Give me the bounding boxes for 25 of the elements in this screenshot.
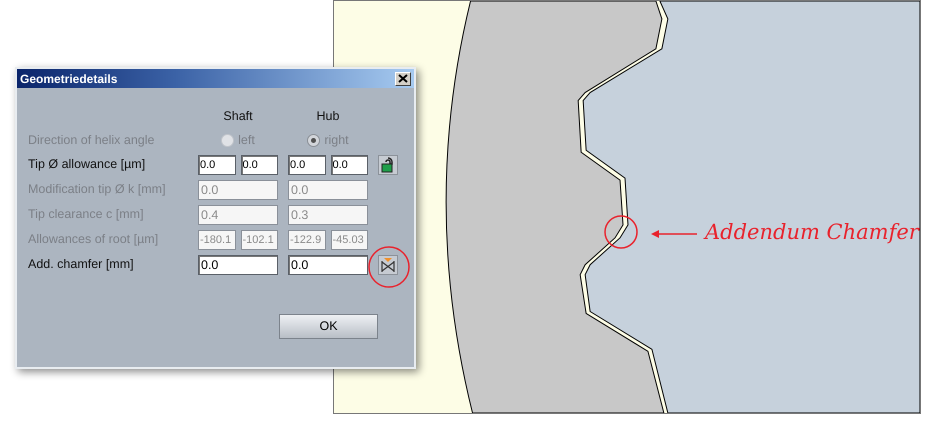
annotation-circle	[604, 215, 638, 249]
lock-button[interactable]	[378, 154, 398, 174]
input-field[interactable]: 0.0	[198, 254, 278, 274]
annotation-label: Addendum Chamfer	[705, 220, 919, 246]
field-label: Add. chamfer [mm]	[28, 256, 135, 274]
field-label: Direction of helix angle	[28, 132, 156, 149]
chamfer-icon	[381, 256, 395, 272]
input-field[interactable]: 0.0	[198, 154, 236, 174]
field-label: Modification tip Ø k [mm]	[28, 181, 167, 198]
input-field[interactable]: 0.0	[288, 254, 368, 274]
annotation-circle	[368, 246, 410, 288]
arrow	[651, 230, 697, 238]
field-label: Tip Ø allowance [µm]	[28, 156, 146, 174]
close-button[interactable]	[395, 72, 411, 86]
input-field[interactable]: 0.0	[288, 154, 326, 174]
column-header: Shaft	[222, 108, 254, 125]
field-label: Allowances of root [µm]	[28, 231, 160, 248]
field-label: Tip clearance c [mm]	[28, 206, 145, 224]
padlock-icon	[381, 156, 395, 172]
column-header: Hub	[316, 108, 340, 125]
chamfer-button[interactable]	[378, 254, 398, 274]
input-field[interactable]: 0.0	[330, 154, 368, 174]
ok-button[interactable]: OK	[279, 314, 378, 338]
input-field[interactable]: 0.0	[240, 154, 278, 174]
window-title: Geometriedetails	[20, 70, 118, 88]
